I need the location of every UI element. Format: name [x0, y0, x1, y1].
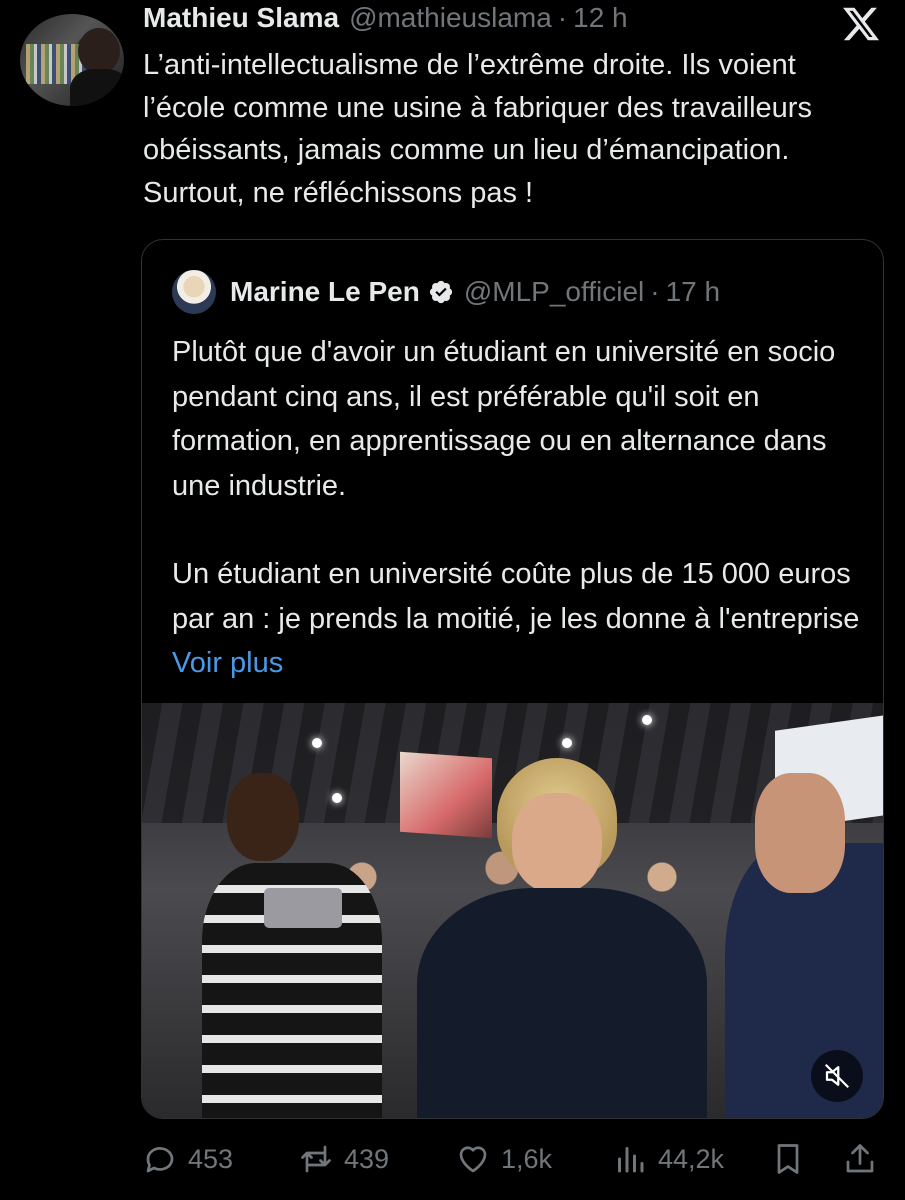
reply-button[interactable]: 453	[142, 1134, 233, 1184]
views-button[interactable]: 44,2k	[612, 1134, 724, 1184]
author-name[interactable]: Mathieu Slama	[143, 2, 339, 34]
tweet-header: Mathieu Slama @mathieuslama · 12 h	[143, 2, 835, 38]
like-count: 1,6k	[501, 1143, 553, 1174]
reply-icon	[146, 1147, 174, 1173]
avatar-body	[70, 69, 124, 106]
person-hand	[755, 773, 845, 893]
repost-button[interactable]: 439	[298, 1134, 389, 1184]
share-icon	[846, 1144, 874, 1173]
tweet-text: L’anti-intellectualisme de l’extrême dro…	[143, 49, 812, 209]
author-handle[interactable]: @mathieuslama	[349, 2, 552, 34]
separator-dot: ·	[650, 276, 660, 307]
volume-muted-icon	[824, 1063, 850, 1089]
show-more-link[interactable]: Voir plus	[172, 647, 283, 679]
person-face	[512, 793, 602, 893]
views-count: 44,2k	[658, 1143, 725, 1174]
quoted-author-handle[interactable]: @MLP_officiel	[464, 276, 644, 308]
ceiling-light	[312, 738, 322, 748]
quoted-author-name[interactable]: Marine Le Pen	[230, 276, 420, 308]
heart-icon	[459, 1146, 487, 1173]
quoted-paragraph-1: Plutôt que d'avoir un étudiant en univer…	[172, 336, 836, 502]
author-avatar[interactable]	[20, 14, 124, 106]
person-head	[227, 773, 299, 861]
repost-icon	[301, 1145, 331, 1173]
x-logo-icon[interactable]	[839, 4, 883, 44]
repost-count: 439	[344, 1143, 390, 1174]
quoted-paragraph-2: Un étudiant en université coûte plus de …	[172, 552, 862, 686]
separator-dot: ·	[557, 2, 568, 33]
quoted-tweet-time[interactable]: 17 h	[666, 276, 721, 308]
tweet-time[interactable]: 12 h	[573, 2, 628, 34]
quoted-tweet-card[interactable]: Marine Le Pen @MLP_officiel · 17 h Plutô…	[141, 239, 884, 1119]
quoted-video[interactable]	[142, 703, 883, 1118]
verified-badge-icon	[429, 280, 452, 304]
ceiling-light	[332, 793, 342, 803]
views-chart-icon	[618, 1147, 644, 1173]
smartphone	[264, 888, 342, 928]
bookmark-button[interactable]	[770, 1134, 806, 1184]
ceiling-light	[562, 738, 572, 748]
like-button[interactable]: 1,6k	[455, 1134, 552, 1184]
mute-button[interactable]	[811, 1050, 863, 1102]
reply-count: 453	[188, 1143, 234, 1174]
quoted-author-avatar[interactable]	[172, 270, 216, 314]
quoted-tweet-header: Marine Le Pen @MLP_officiel · 17 h	[172, 268, 863, 316]
avatar-head	[78, 28, 120, 74]
quoted-tweet-text: Plutôt que d'avoir un étudiant en univer…	[172, 330, 862, 686]
person-body	[417, 888, 707, 1118]
quoted-paragraph-2-text: Un étudiant en université coûte plus de …	[172, 558, 860, 635]
share-button[interactable]	[842, 1134, 878, 1184]
tweet-actions: 453 439 1,6k 44,2k	[0, 1134, 905, 1184]
bookmark-icon	[777, 1144, 799, 1174]
ceiling-light	[642, 715, 652, 725]
